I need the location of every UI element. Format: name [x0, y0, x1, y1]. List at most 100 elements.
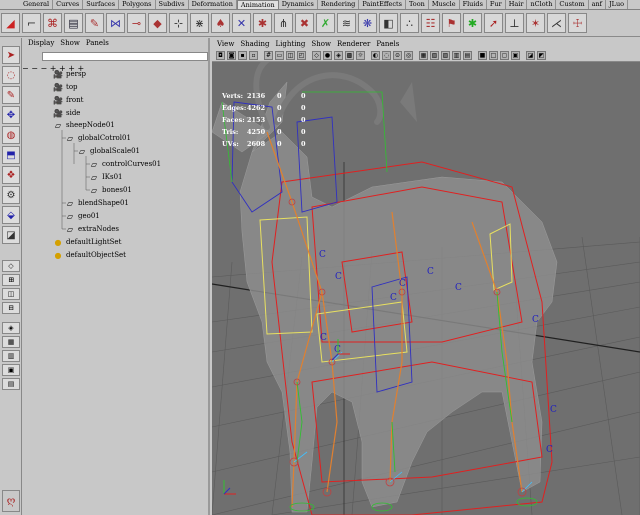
ortho-icon[interactable]: ▢ [500, 51, 509, 60]
orient-icon[interactable]: ⋌ [547, 13, 566, 33]
persp-icon[interactable]: □ [489, 51, 498, 60]
shelf-tab-fur[interactable]: Fur [487, 0, 506, 9]
nonlinear-icon[interactable]: ☷ [421, 13, 440, 33]
soft-mod-tool-icon[interactable]: ⚙ [2, 186, 20, 204]
smooth-shade-icon[interactable]: ● [323, 51, 332, 60]
layout-persp-outliner-icon[interactable]: ◈ [2, 322, 20, 334]
bend-icon[interactable]: ✱ [253, 13, 272, 33]
cluster-icon[interactable]: ♠ [211, 13, 230, 33]
skin-icon[interactable]: ◆ [148, 13, 167, 33]
camera-icon[interactable]: ■ [478, 51, 487, 60]
constraint-icon[interactable]: ⊥ [505, 13, 524, 33]
last-tool-icon[interactable]: ◪ [2, 226, 20, 244]
lights-icon[interactable]: ☼ [356, 51, 365, 60]
squash-icon[interactable]: ❋ [358, 13, 377, 33]
key-icon[interactable]: ⌐ [22, 13, 41, 33]
layout-more-icon[interactable]: ▤ [2, 378, 20, 390]
shelf-tab-fluids[interactable]: Fluids [460, 0, 487, 9]
dopesheet-icon[interactable]: ▤ [64, 13, 83, 33]
flare-icon[interactable]: ⋔ [274, 13, 293, 33]
manipulator-tool-icon[interactable]: ❖ [2, 166, 20, 184]
twist-icon[interactable]: ✗ [316, 13, 335, 33]
shelf-tab-ncloth[interactable]: nCloth [527, 0, 557, 9]
locator-icon[interactable]: ✱ [463, 13, 482, 33]
lattice-icon[interactable]: ⋇ [190, 13, 209, 33]
rotate-tool-icon[interactable]: ◍ [2, 126, 20, 144]
camera-select-icon[interactable]: ◙ [227, 51, 236, 60]
ik-icon[interactable]: ⋈ [106, 13, 125, 33]
bookmark-icon[interactable]: ▪ [238, 51, 247, 60]
dof-icon[interactable]: ▤ [463, 51, 472, 60]
lasso-tool-icon[interactable]: ◌ [2, 66, 20, 84]
shelf-menu-icon[interactable]: ◢ [1, 13, 20, 33]
image-plane-icon[interactable]: ▫ [249, 51, 258, 60]
camera-attr-icon[interactable]: ◘ [216, 51, 225, 60]
outliner-menu-show[interactable]: Show [60, 38, 80, 49]
film-gate-icon[interactable]: ▭ [275, 51, 284, 60]
shelf-tab-custom[interactable]: Custom [556, 0, 589, 9]
shelf-tab-subdivs[interactable]: Subdivs [156, 0, 189, 9]
shelf-tab-muscle[interactable]: Muscle [429, 0, 460, 9]
show-manip-tool-icon[interactable]: ⬙ [2, 206, 20, 224]
motion-blur-icon[interactable]: ▥ [452, 51, 461, 60]
layout-custom-icon[interactable]: ▣ [2, 364, 20, 376]
viewport-menu-shading[interactable]: Shading [240, 38, 269, 50]
scale-tool-icon[interactable]: ⬒ [2, 146, 20, 164]
shelf-tab-dynamics[interactable]: Dynamics [279, 0, 318, 9]
perspective-viewport[interactable]: View Shading Lighting Show Renderer Pane… [211, 38, 640, 515]
safe-action-icon[interactable]: ◰ [297, 51, 306, 60]
outliner-menu-panels[interactable]: Panels [86, 38, 109, 49]
select-tool-icon[interactable]: ➤ [2, 46, 20, 64]
ssao-icon[interactable]: ▨ [441, 51, 450, 60]
shelf-tab-general[interactable]: General [20, 0, 54, 9]
viewport-menu-panels[interactable]: Panels [376, 38, 399, 50]
layout-persp-graph-icon[interactable]: ▦ [2, 336, 20, 348]
shelf-tab-rendering[interactable]: Rendering [318, 0, 360, 9]
parent-icon[interactable]: ☩ [568, 13, 587, 33]
shelf-tab-animation[interactable]: Animation [236, 0, 279, 9]
aim-icon[interactable]: ✶ [526, 13, 545, 33]
isolate-icon[interactable]: ◎ [404, 51, 413, 60]
xray-icon[interactable]: ◌ [382, 51, 391, 60]
blendshape-icon[interactable]: ⚑ [442, 13, 461, 33]
wire-icon[interactable]: ✕ [232, 13, 251, 33]
layout-two-horizontal-icon[interactable]: ⊟ [2, 302, 20, 314]
paint-select-tool-icon[interactable]: ✎ [2, 86, 20, 104]
aa-icon[interactable]: ▧ [430, 51, 439, 60]
fit-icon[interactable]: ▣ [511, 51, 520, 60]
frame-icon[interactable]: ◪ [526, 51, 535, 60]
sine-icon[interactable]: ✖ [295, 13, 314, 33]
frame-all-icon[interactable]: ◩ [537, 51, 546, 60]
wireframe-icon[interactable]: ◇ [312, 51, 321, 60]
outliner-filter-input[interactable] [42, 52, 208, 61]
grid-icon[interactable]: # [264, 51, 273, 60]
xray-joints-icon[interactable]: ⊙ [393, 51, 402, 60]
resolution-gate-icon[interactable]: ◫ [286, 51, 295, 60]
shelf-tab-toon[interactable]: Toon [406, 0, 429, 9]
shelf-tab-polygons[interactable]: Polygons [119, 0, 156, 9]
shelf-tab-anf[interactable]: anf [589, 0, 607, 9]
script-icon[interactable]: ➚ [484, 13, 503, 33]
textured-icon[interactable]: ▩ [345, 51, 354, 60]
shadows-icon[interactable]: ◐ [371, 51, 380, 60]
layout-two-vertical-icon[interactable]: ◫ [2, 288, 20, 300]
wave-icon[interactable]: ≋ [337, 13, 356, 33]
viewport-menu-show[interactable]: Show [311, 38, 331, 50]
viewport-menu-view[interactable]: View [217, 38, 234, 50]
shelf-tab-jluo[interactable]: JLuo [606, 0, 629, 9]
sculpt-icon[interactable]: ◧ [379, 13, 398, 33]
viewport-menu-renderer[interactable]: Renderer [337, 38, 370, 50]
layout-hypershade-icon[interactable]: ▥ [2, 350, 20, 362]
wire-on-shaded-icon[interactable]: ◈ [334, 51, 343, 60]
trax-icon[interactable]: ✎ [85, 13, 104, 33]
graph-icon[interactable]: ⌘ [43, 13, 62, 33]
shelf-tab-curves[interactable]: Curves [53, 0, 84, 9]
shelf-tab-surfaces[interactable]: Surfaces [83, 0, 120, 9]
shelf-tab-painteffects[interactable]: PaintEffects [359, 0, 406, 9]
shelf-tab-hair[interactable]: Hair [506, 0, 528, 9]
hud-icon[interactable]: ▦ [419, 51, 428, 60]
layout-single-icon[interactable]: ◇ [2, 260, 20, 272]
bind-icon[interactable]: ⊹ [169, 13, 188, 33]
softmod-icon[interactable]: ∴ [400, 13, 419, 33]
layout-four-icon[interactable]: ⊞ [2, 274, 20, 286]
